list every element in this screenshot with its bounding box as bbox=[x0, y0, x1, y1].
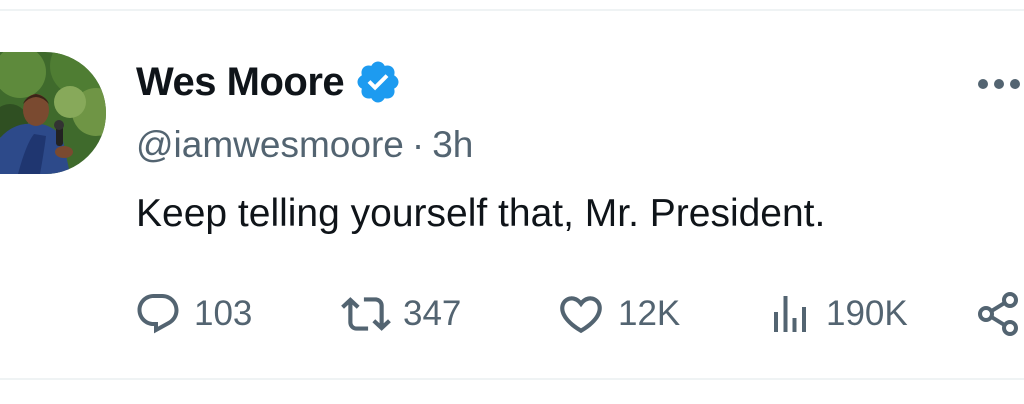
dot-separator: · bbox=[411, 124, 425, 165]
more-options-button[interactable] bbox=[976, 72, 1022, 96]
more-dots-icon bbox=[978, 79, 1020, 89]
share-button[interactable] bbox=[974, 286, 1022, 342]
reply-count: 103 bbox=[194, 294, 253, 333]
retweet-button[interactable]: 347 bbox=[341, 286, 461, 342]
like-count: 12K bbox=[618, 294, 681, 333]
retweet-icon bbox=[341, 297, 391, 331]
display-name[interactable]: Wes Moore bbox=[136, 56, 345, 108]
verified-badge-icon bbox=[354, 58, 402, 106]
retweet-count: 347 bbox=[403, 294, 462, 333]
views-count: 190K bbox=[826, 294, 908, 333]
tweet-text: Keep telling yourself that, Mr. Presiden… bbox=[136, 192, 826, 235]
like-button[interactable]: 12K bbox=[556, 286, 680, 342]
views-button[interactable]: 190K bbox=[766, 286, 908, 342]
timestamp[interactable]: 3h bbox=[432, 124, 473, 165]
handle-row: @iamwesmoore · 3h bbox=[136, 122, 473, 168]
views-bar-chart-icon bbox=[774, 296, 806, 332]
reply-button[interactable]: 103 bbox=[134, 286, 252, 342]
top-divider bbox=[0, 9, 1024, 11]
author-handle[interactable]: @iamwesmoore bbox=[136, 124, 404, 165]
author-name-row: Wes Moore bbox=[136, 56, 402, 108]
bottom-divider bbox=[0, 378, 1024, 380]
action-bar: 103 347 12K 190K bbox=[0, 286, 1024, 342]
tweet-card[interactable]: Wes Moore @iamwesmoore · 3h Keep telling y… bbox=[0, 0, 1024, 404]
reply-bubble-icon bbox=[137, 294, 179, 334]
avatar[interactable] bbox=[0, 52, 106, 174]
share-icon bbox=[978, 292, 1018, 336]
heart-icon bbox=[560, 296, 602, 334]
